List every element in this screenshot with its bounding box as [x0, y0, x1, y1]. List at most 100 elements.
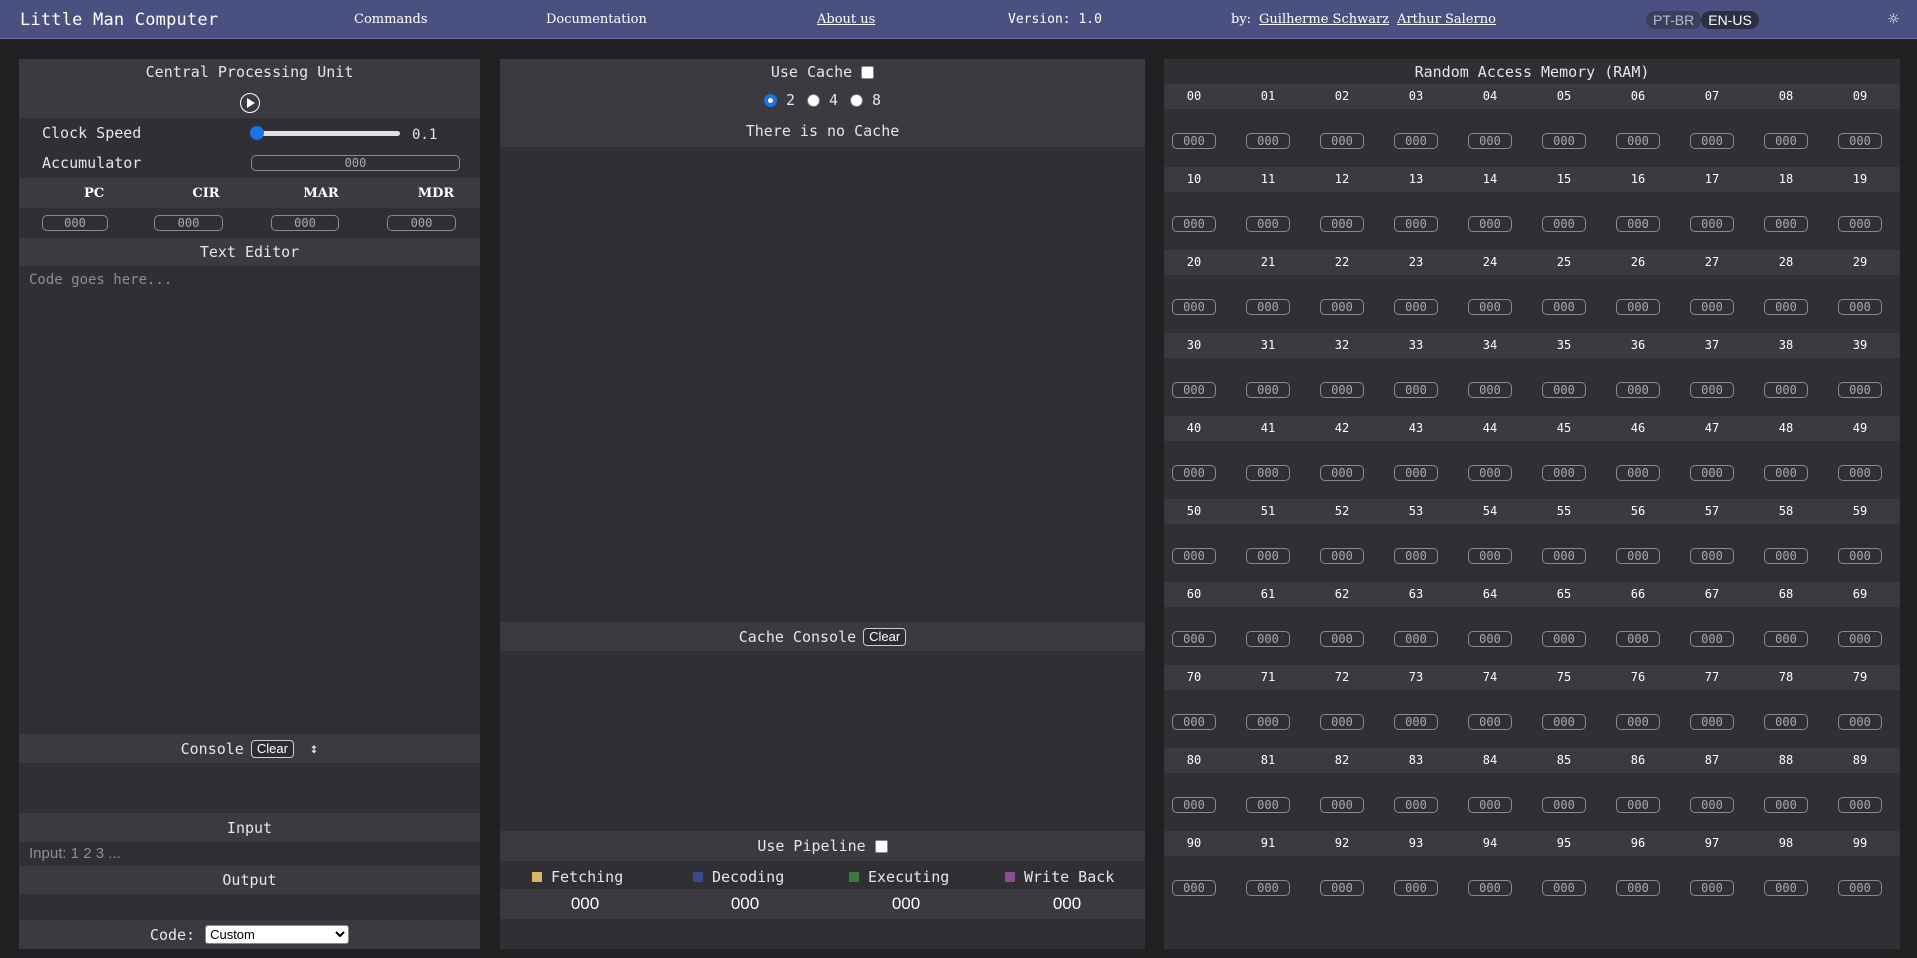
ram-cell-field[interactable]: 000 — [1468, 631, 1512, 647]
ram-cell-field[interactable]: 000 — [1690, 548, 1734, 564]
ram-cell-field[interactable]: 000 — [1172, 133, 1216, 149]
ram-cell-field[interactable]: 000 — [1838, 797, 1882, 813]
ram-cell-field[interactable]: 000 — [1394, 714, 1438, 730]
ram-cell-field[interactable]: 000 — [1320, 631, 1364, 647]
ram-cell-field[interactable]: 000 — [1320, 714, 1364, 730]
ram-cell-field[interactable]: 000 — [1542, 133, 1586, 149]
ram-cell-field[interactable]: 000 — [1320, 880, 1364, 896]
ram-cell-field[interactable]: 000 — [1172, 714, 1216, 730]
lang-en-us[interactable]: EN-US — [1701, 10, 1759, 29]
ram-cell-field[interactable]: 000 — [1320, 299, 1364, 315]
clock-speed-slider[interactable] — [250, 126, 402, 140]
ram-cell-field[interactable]: 000 — [1542, 631, 1586, 647]
ram-cell-field[interactable]: 000 — [1764, 631, 1808, 647]
ram-cell-field[interactable]: 000 — [1320, 465, 1364, 481]
ram-cell-field[interactable]: 000 — [1764, 797, 1808, 813]
ram-cell-field[interactable]: 000 — [1320, 548, 1364, 564]
ram-cell-field[interactable]: 000 — [1838, 548, 1882, 564]
register-mdr-field[interactable]: 000 — [387, 215, 456, 231]
ram-cell-field[interactable]: 000 — [1246, 714, 1290, 730]
ram-cell-field[interactable]: 000 — [1320, 382, 1364, 398]
ram-cell-field[interactable]: 000 — [1838, 216, 1882, 232]
ram-cell-field[interactable]: 000 — [1616, 216, 1660, 232]
ram-cell-field[interactable]: 000 — [1246, 797, 1290, 813]
ram-cell-field[interactable]: 000 — [1616, 299, 1660, 315]
ram-cell-field[interactable]: 000 — [1616, 133, 1660, 149]
cache-size-8-radio[interactable] — [850, 93, 864, 107]
ram-cell-field[interactable]: 000 — [1468, 382, 1512, 398]
ram-cell-field[interactable]: 000 — [1246, 465, 1290, 481]
ram-cell-field[interactable]: 000 — [1690, 797, 1734, 813]
ram-cell-field[interactable]: 000 — [1542, 548, 1586, 564]
ram-cell-field[interactable]: 000 — [1838, 133, 1882, 149]
use-pipeline-checkbox[interactable] — [874, 839, 888, 853]
ram-cell-field[interactable]: 000 — [1468, 797, 1512, 813]
ram-cell-field[interactable]: 000 — [1172, 382, 1216, 398]
ram-cell-field[interactable]: 000 — [1394, 133, 1438, 149]
ram-cell-field[interactable]: 000 — [1616, 797, 1660, 813]
ram-cell-field[interactable]: 000 — [1394, 382, 1438, 398]
ram-cell-field[interactable]: 000 — [1764, 216, 1808, 232]
ram-cell-field[interactable]: 000 — [1542, 714, 1586, 730]
ram-cell-field[interactable]: 000 — [1246, 216, 1290, 232]
ram-cell-field[interactable]: 000 — [1838, 880, 1882, 896]
ram-cell-field[interactable]: 000 — [1838, 714, 1882, 730]
ram-cell-field[interactable]: 000 — [1690, 382, 1734, 398]
ram-cell-field[interactable]: 000 — [1320, 216, 1364, 232]
ram-cell-field[interactable]: 000 — [1172, 465, 1216, 481]
ram-cell-field[interactable]: 000 — [1246, 548, 1290, 564]
ram-cell-field[interactable]: 000 — [1690, 133, 1734, 149]
ram-cell-field[interactable]: 000 — [1468, 465, 1512, 481]
code-select[interactable]: Custom — [205, 925, 350, 944]
ram-cell-field[interactable]: 000 — [1394, 880, 1438, 896]
ram-cell-field[interactable]: 000 — [1320, 797, 1364, 813]
cache-console-clear-button[interactable]: Clear — [863, 627, 907, 646]
ram-cell-field[interactable]: 000 — [1690, 299, 1734, 315]
ram-cell-field[interactable]: 000 — [1468, 548, 1512, 564]
nav-about-link[interactable]: About us — [817, 0, 875, 39]
ram-cell-field[interactable]: 000 — [1690, 465, 1734, 481]
ram-cell-field[interactable]: 000 — [1320, 133, 1364, 149]
ram-cell-field[interactable]: 000 — [1616, 548, 1660, 564]
ram-cell-field[interactable]: 000 — [1616, 631, 1660, 647]
console-clear-button[interactable]: Clear — [250, 739, 294, 758]
accumulator-field[interactable]: 000 — [251, 155, 460, 171]
ram-cell-field[interactable]: 000 — [1468, 216, 1512, 232]
cache-size-2-radio[interactable] — [763, 93, 777, 107]
ram-cell-field[interactable]: 000 — [1246, 880, 1290, 896]
ram-cell-field[interactable]: 000 — [1468, 133, 1512, 149]
ram-cell-field[interactable]: 000 — [1246, 631, 1290, 647]
resize-vertical-icon[interactable]: ↕ — [310, 741, 318, 757]
ram-cell-field[interactable]: 000 — [1764, 880, 1808, 896]
nav-documentation-link[interactable]: Documentation — [546, 0, 647, 39]
play-circle-icon[interactable] — [239, 92, 260, 113]
ram-cell-field[interactable]: 000 — [1394, 216, 1438, 232]
clock-speed-thumb[interactable] — [250, 126, 264, 140]
ram-cell-field[interactable]: 000 — [1172, 216, 1216, 232]
ram-cell-field[interactable]: 000 — [1542, 880, 1586, 896]
cache-size-4-radio[interactable] — [806, 93, 820, 107]
ram-cell-field[interactable]: 000 — [1616, 465, 1660, 481]
ram-cell-field[interactable]: 000 — [1542, 797, 1586, 813]
ram-cell-field[interactable]: 000 — [1246, 382, 1290, 398]
register-mar-field[interactable]: 000 — [271, 215, 339, 231]
ram-cell-field[interactable]: 000 — [1172, 631, 1216, 647]
ram-cell-field[interactable]: 000 — [1468, 299, 1512, 315]
ram-cell-field[interactable]: 000 — [1394, 299, 1438, 315]
ram-cell-field[interactable]: 000 — [1616, 382, 1660, 398]
lang-pt-br[interactable]: PT-BR — [1646, 10, 1702, 29]
ram-cell-field[interactable]: 000 — [1690, 216, 1734, 232]
ram-cell-field[interactable]: 000 — [1394, 548, 1438, 564]
program-input-field[interactable]: Input: 1 2 3 ... — [19, 842, 480, 866]
ram-cell-field[interactable]: 000 — [1764, 465, 1808, 481]
ram-cell-field[interactable]: 000 — [1690, 631, 1734, 647]
ram-cell-field[interactable]: 000 — [1616, 880, 1660, 896]
ram-cell-field[interactable]: 000 — [1690, 880, 1734, 896]
ram-cell-field[interactable]: 000 — [1764, 548, 1808, 564]
ram-cell-field[interactable]: 000 — [1394, 465, 1438, 481]
ram-cell-field[interactable]: 000 — [1468, 880, 1512, 896]
ram-cell-field[interactable]: 000 — [1838, 465, 1882, 481]
ram-cell-field[interactable]: 000 — [1542, 216, 1586, 232]
nav-commands-link[interactable]: Commands — [354, 0, 428, 39]
ram-cell-field[interactable]: 000 — [1838, 382, 1882, 398]
